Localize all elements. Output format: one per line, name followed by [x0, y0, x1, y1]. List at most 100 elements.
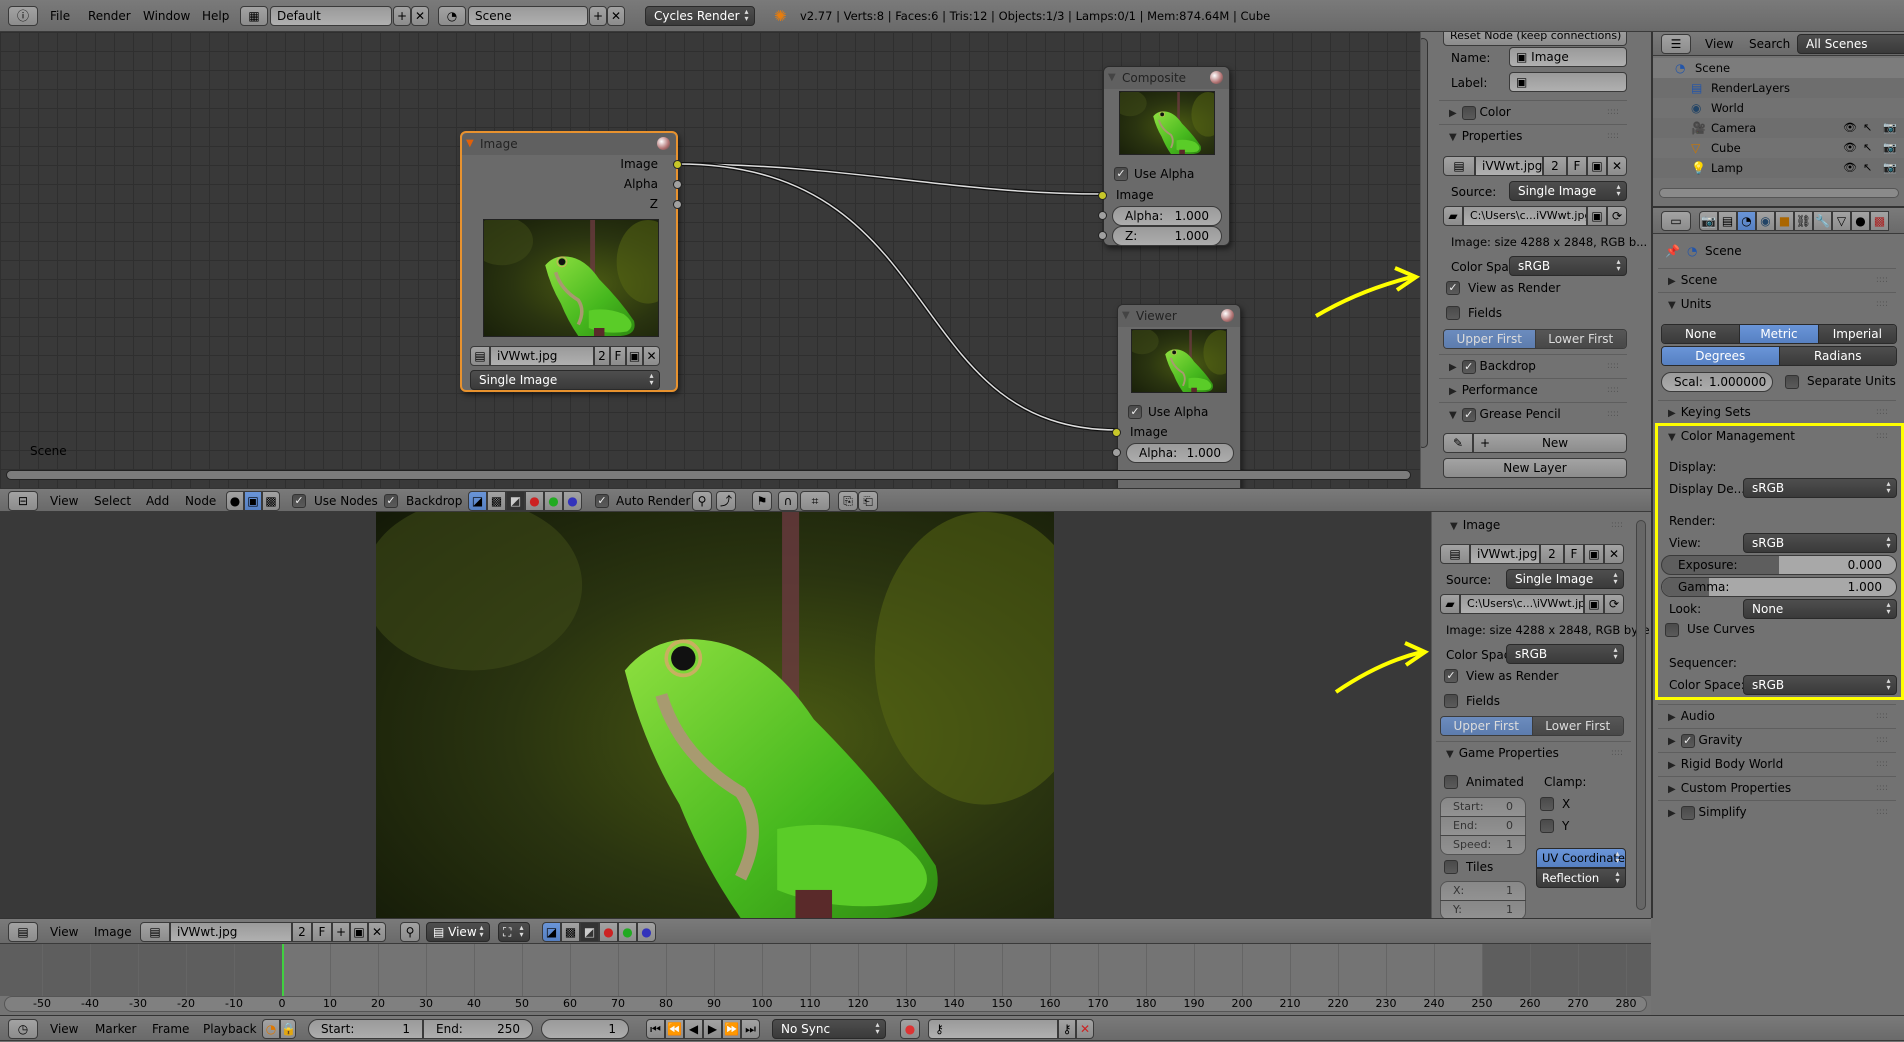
view-transform-dropdown[interactable]: sRGB	[1743, 533, 1897, 553]
editor-type-info-button[interactable]: ⓘ	[8, 6, 38, 26]
composite-use-alpha-checkbox[interactable]: ✓	[1114, 167, 1128, 181]
draw-image-with-alpha-icon[interactable]: ◪	[468, 491, 487, 511]
section-rigid-body-world[interactable]: ▶ Rigid Body World::::	[1658, 752, 1896, 774]
record-button[interactable]: ●	[900, 1019, 920, 1039]
tab-scene[interactable]: ◔	[1737, 211, 1756, 231]
tab-object[interactable]: ■	[1775, 211, 1794, 231]
render-toggle-icon[interactable]: 📷	[1883, 118, 1897, 138]
render-toggle-icon[interactable]: 📷	[1883, 138, 1897, 158]
image-users-count[interactable]: 2	[292, 922, 312, 942]
eye-toggle-icon[interactable]: 👁	[1843, 138, 1857, 158]
unlink-image-icon[interactable]: ✕	[1604, 544, 1624, 564]
sequencer-colorspace-dropdown[interactable]: sRGB	[1743, 675, 1897, 695]
preview-range-icon[interactable]: ◔	[262, 1019, 280, 1039]
filepath-field[interactable]: C:\Users\c...\iVWwt.jpg	[1460, 594, 1584, 614]
texture-nodes-icon[interactable]: ▩	[262, 491, 280, 511]
section-scene[interactable]: ▶ Scene::::	[1658, 268, 1896, 290]
composite-z-socket[interactable]	[1098, 231, 1107, 240]
menu-playback[interactable]: Playback	[203, 1016, 257, 1042]
draw-image-icon[interactable]: ◩	[506, 491, 525, 511]
image-editor-canvas[interactable]	[0, 512, 1431, 918]
backdrop-checkbox[interactable]: ✓	[384, 494, 398, 508]
fields-checkbox[interactable]	[1446, 306, 1460, 320]
reload-icon[interactable]: ⟳	[1604, 594, 1624, 614]
outliner-item-camera[interactable]: 🎥 Camera 👁 ↖ 📷	[1653, 118, 1904, 138]
composite-alpha-socket[interactable]	[1098, 211, 1107, 220]
section-game-properties[interactable]: ▼ Game Properties::::	[1436, 741, 1631, 763]
upper-first-option[interactable]: Upper First	[1441, 717, 1533, 735]
menu-image[interactable]: Image	[94, 919, 132, 945]
auto-render-checkbox[interactable]: ✓	[595, 494, 609, 508]
composite-image-socket[interactable]	[1098, 191, 1107, 200]
eye-toggle-icon[interactable]: 👁	[1843, 118, 1857, 138]
lock-range-icon[interactable]: 🔒	[280, 1019, 296, 1039]
outliner-item-lamp[interactable]: 💡 Lamp 👁 ↖ 📷	[1653, 158, 1904, 178]
clamp-y-checkbox[interactable]	[1540, 819, 1554, 833]
screen-layout-field[interactable]: Default	[270, 6, 392, 26]
shader-nodes-icon[interactable]: ●	[226, 491, 244, 511]
tab-world[interactable]: ◉	[1756, 211, 1775, 231]
section-properties[interactable]: ▼ Properties::::	[1439, 124, 1627, 146]
blue-channel-icon[interactable]: ●	[563, 491, 582, 511]
open-image-icon[interactable]: ▣	[350, 922, 368, 942]
new-image-icon[interactable]: +	[332, 922, 350, 942]
image-users-count[interactable]: 2	[594, 346, 610, 366]
node-preview-toggle-icon[interactable]	[657, 137, 670, 150]
image-users-count[interactable]: 2	[1540, 544, 1564, 564]
start-frame-field[interactable]: Start: 1	[308, 1019, 423, 1039]
snap-magnet-icon[interactable]: ∩	[778, 491, 798, 511]
section-audio[interactable]: ▶ Audio::::	[1658, 704, 1896, 726]
section-color[interactable]: ▶ Color::::	[1439, 100, 1627, 122]
editor-type-image-button[interactable]: ▤	[8, 922, 38, 942]
menu-view[interactable]: View	[50, 1016, 78, 1042]
section-color-management[interactable]: ▼ Color Management::::	[1658, 425, 1896, 447]
new-layer-button[interactable]: New Layer	[1443, 458, 1627, 478]
cursor-toggle-icon[interactable]: ↖	[1863, 138, 1872, 158]
grease-pencil-checkbox[interactable]: ✓	[1461, 407, 1476, 422]
green-channel-icon[interactable]: ●	[544, 491, 563, 511]
menu-select[interactable]: Select	[94, 489, 131, 513]
backdrop-checkbox[interactable]: ✓	[1461, 359, 1476, 374]
section-units[interactable]: ▼ Units::::	[1658, 292, 1896, 314]
parent-node-tree-icon[interactable]: ⤴	[716, 491, 736, 511]
pin-icon[interactable]: 📌	[1665, 244, 1680, 258]
menu-help[interactable]: Help	[202, 0, 229, 32]
unlink-image-icon[interactable]: ✕	[643, 346, 660, 366]
menu-frame[interactable]: Frame	[152, 1016, 189, 1042]
viewer-node[interactable]: ▼ Viewer ✓ Use Alpha Image Alpha: 1.000	[1112, 304, 1241, 488]
draw-image-icon[interactable]: ◩	[580, 922, 599, 942]
image-name-field[interactable]: iVWwt.jpg	[170, 922, 292, 942]
use-nodes-checkbox[interactable]: ✓	[292, 494, 306, 508]
screen-layout-icon[interactable]: ▦	[240, 6, 268, 26]
use-curves-checkbox[interactable]	[1665, 623, 1679, 637]
reset-node-button[interactable]: Reset Node (keep connections)	[1443, 32, 1627, 46]
outliner-item-renderlayers[interactable]: ▤ RenderLayers	[1653, 78, 1904, 98]
image-node-header[interactable]: ▼ Image	[462, 133, 676, 155]
end-frame-field[interactable]: End: 250	[423, 1019, 533, 1039]
image-source-dropdown[interactable]: Single Image	[470, 370, 660, 390]
section-backdrop[interactable]: ▶ ✓ Backdrop::::	[1439, 354, 1627, 376]
keying-set-field[interactable]: ⚷	[928, 1019, 1058, 1039]
compositing-nodes-icon[interactable]: ▣	[244, 491, 262, 511]
view-as-render-checkbox[interactable]: ✓	[1446, 281, 1460, 295]
gravity-checkbox[interactable]: ✓	[1680, 733, 1695, 748]
menu-view[interactable]: View	[50, 489, 78, 513]
section-performance[interactable]: ▶ Performance::::	[1439, 378, 1627, 400]
pivot-dropdown[interactable]: ⛶	[498, 922, 530, 942]
delete-keyframe-icon[interactable]: ✕	[1076, 1019, 1094, 1039]
tab-constraints[interactable]: ⛓	[1794, 211, 1813, 231]
composite-node-header[interactable]: ▼ Composite	[1104, 67, 1229, 89]
outliner-item-world[interactable]: ◉ World	[1653, 98, 1904, 118]
outliner-horizontal-scrollbar[interactable]	[1659, 188, 1899, 198]
fields-checkbox[interactable]	[1444, 694, 1458, 708]
node-editor-horizontal-scrollbar[interactable]	[6, 470, 1411, 480]
output-image-socket[interactable]	[673, 160, 682, 169]
node-editor-vertical-scrollbar[interactable]	[1421, 38, 1428, 448]
editor-type-timeline-button[interactable]: ◷	[8, 1019, 38, 1039]
outliner-menu-search[interactable]: Search	[1749, 32, 1790, 56]
draw-alpha-icon[interactable]: ▩	[561, 922, 580, 942]
add-layout-button[interactable]: +	[393, 6, 411, 26]
fake-user-button[interactable]: F	[1567, 156, 1587, 176]
timeline-area[interactable]: -50 -40 -30 -20 -10 0 10 20 30 40 50 60 70 80 90 100 110…	[0, 944, 1651, 1015]
viewer-alpha-socket[interactable]	[1112, 448, 1121, 457]
